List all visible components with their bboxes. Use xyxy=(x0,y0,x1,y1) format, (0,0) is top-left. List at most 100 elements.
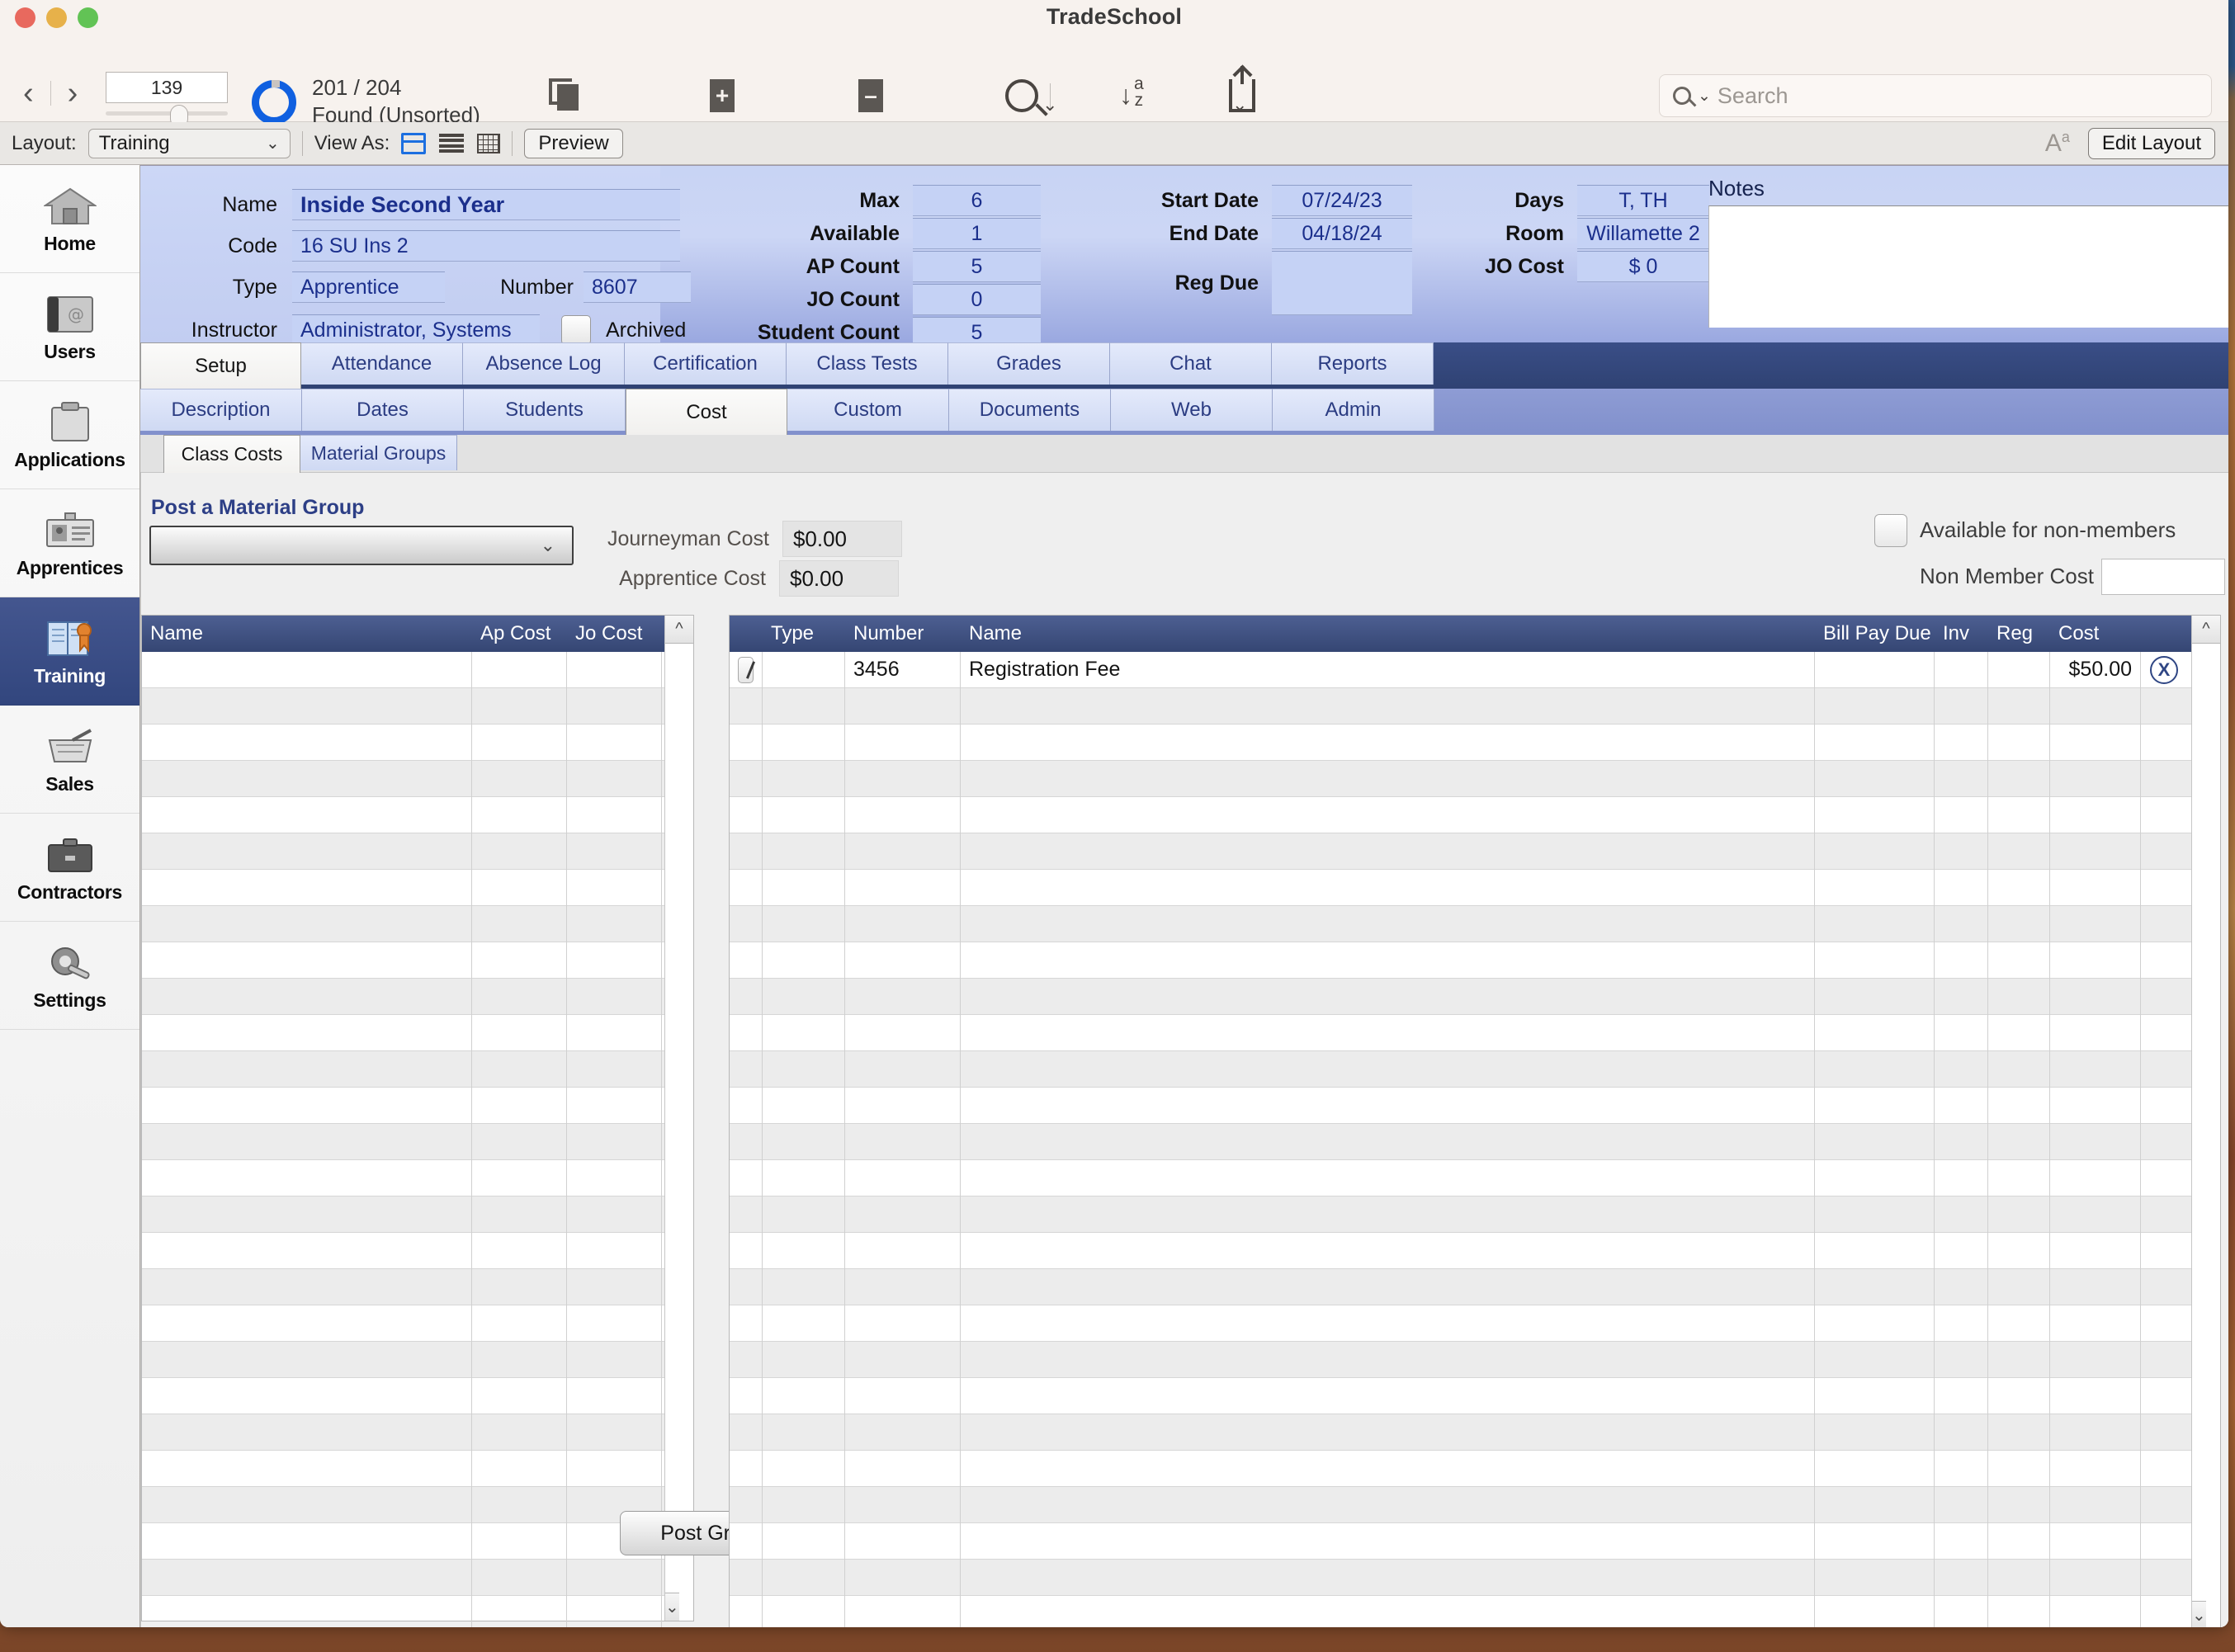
table-cell-number[interactable] xyxy=(845,796,961,833)
table-cell-reg[interactable] xyxy=(1988,1050,2050,1088)
table-cell-reg[interactable] xyxy=(1988,1341,2050,1378)
table-row[interactable] xyxy=(142,1522,693,1560)
table-cell-inv[interactable] xyxy=(1935,687,1988,725)
table-cell-number[interactable] xyxy=(845,942,961,979)
table-cell-name[interactable] xyxy=(961,1196,1815,1233)
table-cell-number[interactable] xyxy=(845,1486,961,1523)
table-cell-name[interactable] xyxy=(961,1414,1815,1451)
material-group-select[interactable]: ⌄ xyxy=(149,526,574,565)
table-cell-inv[interactable] xyxy=(1935,1377,1988,1414)
tab-admin[interactable]: Admin xyxy=(1273,389,1434,431)
tab-dates[interactable]: Dates xyxy=(302,389,464,431)
sidebar-item-training[interactable]: Training xyxy=(0,597,139,706)
table-row[interactable] xyxy=(730,1232,2220,1269)
end-date-field[interactable]: 04/18/24 xyxy=(1272,218,1412,249)
table-cell-bill_pay_due[interactable] xyxy=(1815,1087,1935,1124)
table-cell-number[interactable] xyxy=(845,1159,961,1197)
table-cell[interactable] xyxy=(567,1196,662,1233)
table-cell[interactable] xyxy=(142,1486,472,1523)
view-as-group[interactable] xyxy=(401,132,501,154)
room-field[interactable]: Willamette 2 xyxy=(1577,218,1709,249)
table-cell-number[interactable] xyxy=(845,1305,961,1342)
tab-class-tests[interactable]: Class Tests xyxy=(787,342,948,385)
table-cell[interactable] xyxy=(472,1486,567,1523)
jo-count-field[interactable]: 0 xyxy=(913,284,1041,315)
table-cell-cost[interactable] xyxy=(2050,942,2141,979)
table-cell[interactable] xyxy=(567,905,662,942)
table-cell-bill_pay_due[interactable] xyxy=(1815,1595,1935,1627)
table-cell[interactable] xyxy=(472,1050,567,1088)
record-slider[interactable] xyxy=(106,105,228,128)
table-cell-reg[interactable] xyxy=(1988,942,2050,979)
table-cell-inv[interactable] xyxy=(1935,1414,1988,1451)
table-cell-name[interactable] xyxy=(961,687,1815,725)
table-row[interactable] xyxy=(142,1232,693,1269)
table-row[interactable] xyxy=(142,1014,693,1051)
table-cell[interactable] xyxy=(142,1522,472,1560)
days-field[interactable]: T, TH xyxy=(1577,185,1709,216)
table-cell-number[interactable] xyxy=(845,1050,961,1088)
archived-checkbox[interactable] xyxy=(561,315,591,345)
edit-layout-button[interactable]: Edit Layout xyxy=(2087,127,2215,159)
table-cell[interactable] xyxy=(472,1341,567,1378)
apprentice-cost-field[interactable]: $0.00 xyxy=(779,560,899,597)
table-cell-inv[interactable] xyxy=(1935,1050,1988,1088)
table-cell[interactable] xyxy=(142,1014,472,1051)
table-cell[interactable] xyxy=(472,1595,567,1627)
table-cell[interactable] xyxy=(567,760,662,797)
table-cell-reg[interactable] xyxy=(1988,760,2050,797)
table-cell-type[interactable] xyxy=(763,1014,845,1051)
table-cell-number[interactable]: 3456 xyxy=(845,651,961,688)
table-cell-cost[interactable] xyxy=(2050,1522,2141,1560)
table-cell-cost[interactable] xyxy=(2050,869,2141,906)
table-cell-name[interactable] xyxy=(961,1341,1815,1378)
table-cell-inv[interactable] xyxy=(1935,1305,1988,1342)
table-cell-name[interactable] xyxy=(961,1268,1815,1305)
table-cell[interactable] xyxy=(472,942,567,979)
table-cell-number[interactable] xyxy=(845,869,961,906)
material-table-scrollbar[interactable]: ^ ⌄ xyxy=(664,616,693,1621)
table-cell-cost[interactable] xyxy=(2050,1305,2141,1342)
table-cell-cost[interactable] xyxy=(2050,687,2141,725)
table-cell-inv[interactable] xyxy=(1935,942,1988,979)
table-cell-cost[interactable] xyxy=(2050,905,2141,942)
table-cell-cost[interactable] xyxy=(2050,724,2141,761)
table-cell-inv[interactable] xyxy=(1935,869,1988,906)
table-cell-bill_pay_due[interactable] xyxy=(1815,1450,1935,1487)
name-field[interactable]: Inside Second Year xyxy=(292,189,680,220)
text-size-icon[interactable]: Aa xyxy=(2045,129,2070,158)
table-cell-bill_pay_due[interactable] xyxy=(1815,942,1935,979)
table-cell[interactable] xyxy=(142,724,472,761)
table-cell-number[interactable] xyxy=(845,1123,961,1160)
table-cell[interactable] xyxy=(142,833,472,870)
record-navigation[interactable]: ‹ › xyxy=(23,78,78,109)
table-cell-bill_pay_due[interactable] xyxy=(1815,905,1935,942)
material-table-body[interactable] xyxy=(142,651,693,1627)
table-cell-inv[interactable] xyxy=(1935,905,1988,942)
tab-setup[interactable]: Setup xyxy=(140,342,301,389)
table-cell-type[interactable] xyxy=(763,1486,845,1523)
journeyman-cost-field[interactable]: $0.00 xyxy=(782,521,902,557)
table-cell[interactable] xyxy=(567,724,662,761)
tab-absence-log[interactable]: Absence Log xyxy=(463,342,625,385)
class-costs-body[interactable]: 3456 Registration Fee $50.00 X xyxy=(730,651,2220,1627)
table-cell-type[interactable] xyxy=(763,978,845,1015)
scroll-down-icon[interactable]: ⌄ xyxy=(2192,1601,2206,1627)
max-field[interactable]: 6 xyxy=(913,185,1041,216)
table-row[interactable] xyxy=(730,1522,2220,1560)
table-cell-type[interactable] xyxy=(763,1450,845,1487)
table-cell-inv[interactable] xyxy=(1935,1014,1988,1051)
table-row[interactable] xyxy=(142,1377,693,1414)
table-cell-type[interactable] xyxy=(763,1559,845,1596)
table-cell[interactable] xyxy=(142,1305,472,1342)
table-row[interactable] xyxy=(142,1123,693,1160)
table-cell[interactable] xyxy=(142,1595,472,1627)
table-row[interactable] xyxy=(142,1595,693,1627)
table-cell-cost[interactable] xyxy=(2050,1159,2141,1197)
table-cell-name[interactable] xyxy=(961,1159,1815,1197)
table-cell-cost[interactable] xyxy=(2050,1559,2141,1596)
table-cell-cost[interactable] xyxy=(2050,1014,2141,1051)
table-cell-inv[interactable] xyxy=(1935,1486,1988,1523)
table-cell-bill_pay_due[interactable] xyxy=(1815,1377,1935,1414)
table-cell-number[interactable] xyxy=(845,1414,961,1451)
